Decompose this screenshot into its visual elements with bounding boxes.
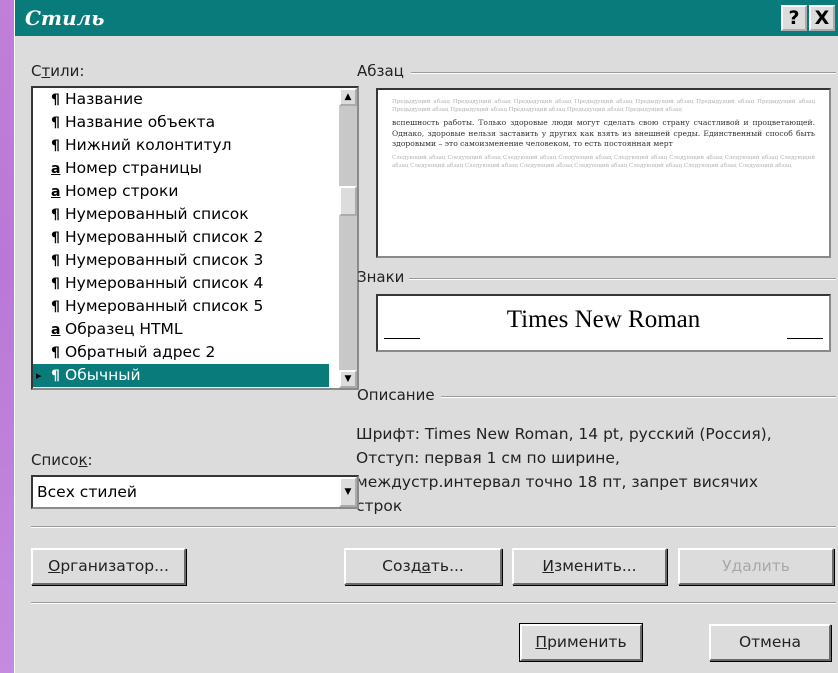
- style-item-label: Обычный: [65, 366, 141, 384]
- font-label: Знаки: [357, 268, 405, 286]
- description-group-line: [441, 396, 836, 398]
- style-item-label: Нумерованный список 4: [65, 274, 264, 292]
- style-list-item[interactable]: ¶ Нижний колонтитул: [33, 134, 329, 157]
- scroll-thumb[interactable]: [339, 186, 357, 216]
- style-list-item[interactable]: ¶ Обратный адрес 2: [33, 341, 329, 364]
- separator-top: [31, 526, 836, 528]
- style-list-item[interactable]: a Номер страницы: [33, 157, 329, 180]
- preview-next-paragraph: Следующий абзац Следующий абзац Следующи…: [392, 154, 815, 169]
- close-button[interactable]: X: [809, 5, 835, 31]
- style-list-item[interactable]: ¶ Нумерованный список 5: [33, 295, 329, 318]
- list-filter-value: Всех стилей: [37, 483, 137, 501]
- dropdown-arrow-icon[interactable]: ▼: [339, 477, 357, 507]
- paragraph-style-icon: ¶: [51, 115, 60, 131]
- style-list-item[interactable]: ¶ Нумерованный список 4: [33, 272, 329, 295]
- selected-marker-icon: ▸: [36, 369, 42, 382]
- help-button[interactable]: ?: [781, 5, 807, 31]
- styles-listbox[interactable]: ¶ Название ¶ Название объекта ¶ Нижний колонт…: [31, 86, 359, 390]
- character-style-icon: a: [51, 161, 61, 177]
- description-label: Описание: [357, 386, 435, 404]
- paragraph-style-icon: ¶: [51, 207, 60, 223]
- create-button[interactable]: Создать...: [344, 548, 502, 585]
- font-preview-right-line: [787, 338, 823, 339]
- list-filter-combobox[interactable]: Всех стилей ▼: [31, 475, 359, 509]
- style-item-label: Название объекта: [65, 113, 216, 131]
- style-list-item[interactable]: ¶ Нумерованный список 2: [33, 226, 329, 249]
- description-text: Шрифт: Times New Roman, 14 pt, русский (…: [356, 422, 834, 518]
- style-item-label: Нумерованный список 5: [65, 297, 264, 315]
- cancel-button[interactable]: Отмена: [709, 624, 831, 661]
- modify-button[interactable]: Изменить...: [512, 548, 667, 585]
- style-item-label: Обратный адрес 2: [65, 343, 216, 361]
- style-list-item[interactable]: ¶ Название: [33, 88, 329, 111]
- style-item-label: Образец HTML: [65, 320, 183, 338]
- description-line-3: междустр.интервал точно 18 пт, запрет ви…: [356, 473, 759, 491]
- paragraph-label: Абзац: [357, 62, 404, 80]
- list-filter-label: Список:: [31, 451, 93, 469]
- description-line-4: строк: [356, 497, 403, 515]
- dialog-title: Стиль: [25, 6, 105, 30]
- font-sample-text: Times New Roman: [506, 306, 701, 333]
- preview-previous-paragraph: Предыдущий абзац Предыдущий абзац Предыд…: [392, 99, 815, 113]
- paragraph-style-icon: ¶: [51, 276, 60, 292]
- style-item-label: Название: [65, 90, 143, 108]
- paragraph-group-line: [411, 72, 836, 74]
- description-line-2: Отступ: первая 1 см по ширине,: [356, 449, 620, 467]
- style-list-item[interactable]: ¶ Нумерованный список 3: [33, 249, 329, 272]
- paragraph-style-icon: ¶: [51, 138, 60, 154]
- scroll-up-arrow-icon[interactable]: ▲: [339, 88, 357, 106]
- paragraph-style-icon: ¶: [51, 299, 60, 315]
- font-preview-left-line: [384, 338, 420, 339]
- font-group-line: [409, 278, 836, 280]
- paragraph-style-icon: ¶: [51, 368, 60, 384]
- style-list-item[interactable]: ▸ ¶ Обычный: [33, 364, 329, 387]
- style-list-item[interactable]: a Образец HTML: [33, 318, 329, 341]
- delete-button[interactable]: Удалить: [678, 548, 834, 585]
- style-list-item[interactable]: ¶ Название объекта: [33, 111, 329, 134]
- paragraph-style-icon: ¶: [51, 253, 60, 269]
- style-item-label: Номер строки: [65, 182, 179, 200]
- paragraph-style-icon: ¶: [51, 230, 60, 246]
- scroll-down-arrow-icon[interactable]: ▼: [339, 370, 357, 388]
- paragraph-style-icon: ¶: [51, 92, 60, 108]
- style-item-label: Нумерованный список 2: [65, 228, 264, 246]
- style-item-label: Номер страницы: [65, 159, 203, 177]
- character-style-icon: a: [51, 322, 61, 338]
- organizer-button[interactable]: Организатор...: [31, 548, 186, 585]
- description-line-1: Шрифт: Times New Roman, 14 pt, русский (…: [356, 425, 772, 443]
- separator-bottom: [31, 602, 836, 604]
- style-list-item[interactable]: ¶ Нумерованный список: [33, 203, 329, 226]
- character-style-icon: a: [51, 184, 61, 200]
- style-list-item[interactable]: a Номер строки: [33, 180, 329, 203]
- font-preview: Times New Roman: [376, 294, 831, 352]
- style-item-label: Нумерованный список: [65, 205, 249, 223]
- apply-button[interactable]: Применить: [519, 623, 643, 662]
- style-item-label: Нижний колонтитул: [65, 136, 232, 154]
- styles-scrollbar[interactable]: ▲ ▼: [339, 88, 357, 388]
- style-dialog: Стиль ? X Стили: ¶ Название ¶ Название объе…: [14, 0, 838, 673]
- paragraph-preview: Предыдущий абзац Предыдущий абзац Предыд…: [376, 88, 831, 258]
- preview-current-paragraph: вспешность работы. Только здоровые люди …: [392, 118, 815, 148]
- title-bar[interactable]: Стиль ? X: [15, 0, 838, 36]
- paragraph-style-icon: ¶: [51, 345, 60, 361]
- styles-items: ¶ Название ¶ Название объекта ¶ Нижний колонт…: [33, 88, 329, 387]
- style-item-label: Нумерованный список 3: [65, 251, 264, 269]
- styles-label: Стили:: [31, 62, 85, 80]
